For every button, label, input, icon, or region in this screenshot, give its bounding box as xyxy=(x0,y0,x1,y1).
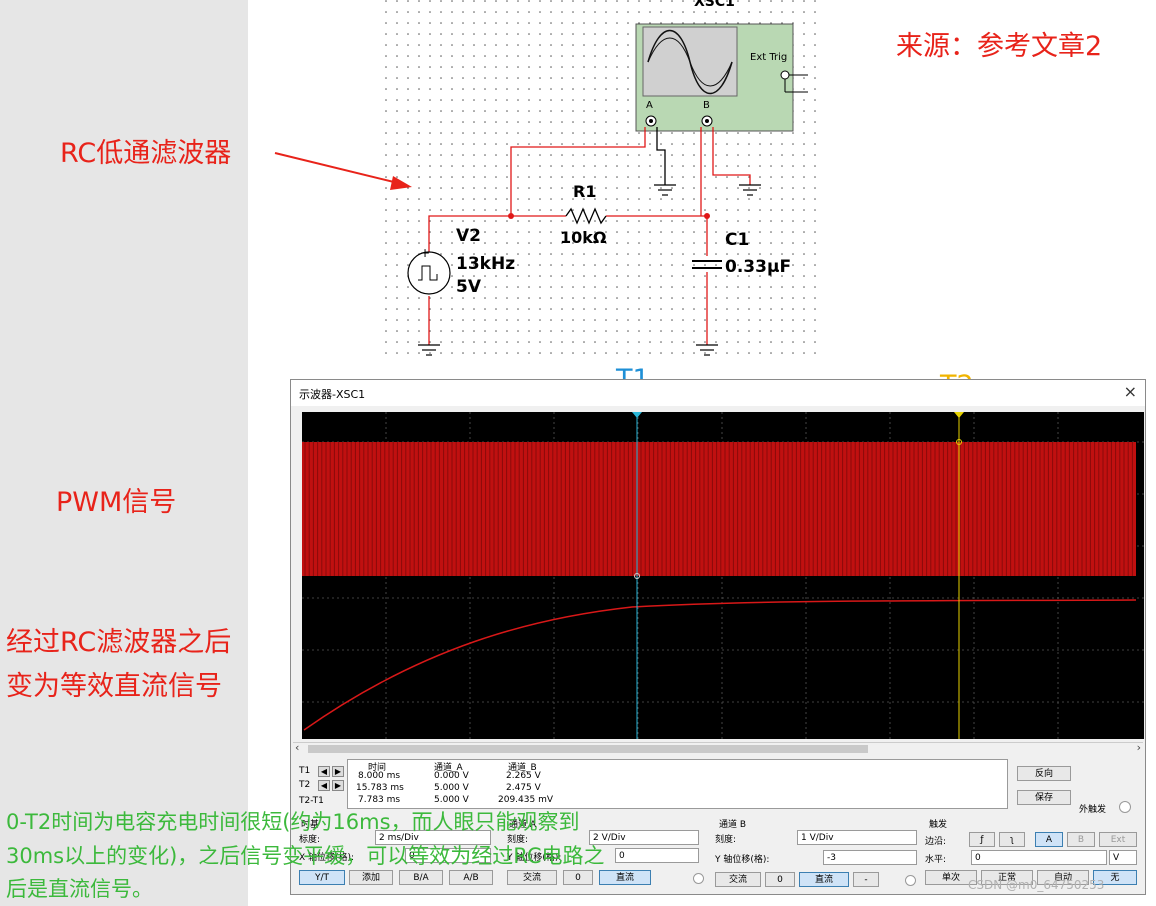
channel-b-scale-label: 刻度: xyxy=(715,835,737,845)
add-button[interactable]: 添加 xyxy=(349,870,393,885)
after-filter-note-1: 经过RC滤波器之后 xyxy=(6,627,232,658)
note-line-2: 30ms以上的变化)，之后信号变平缓，可以等效为经过RC电路之 xyxy=(6,844,605,868)
ext-trigger-radio[interactable] xyxy=(1119,801,1131,813)
resistor-value-label: 10kΩ xyxy=(560,228,607,247)
source-name-label: V2 xyxy=(456,226,481,246)
measurement-table: 时间 通道_A 通道_B 8.000 ms 0.000 V 2.265 V 15… xyxy=(347,759,1008,809)
channel-b-dc-button[interactable]: 直流 xyxy=(799,872,849,887)
cap-name-label: C1 xyxy=(725,230,750,250)
source-freq-label: 13kHz xyxy=(456,254,516,274)
t2-time: 15.783 ms xyxy=(356,783,404,793)
t1-a: 0.000 V xyxy=(434,771,469,781)
channel-a-dc-button[interactable]: 直流 xyxy=(599,870,651,885)
t1-time: 8.000 ms xyxy=(358,771,401,781)
channel-a-zero-button[interactable]: 0 xyxy=(563,870,593,885)
t2-row-label: T2 xyxy=(299,780,311,790)
channel-a-radio[interactable] xyxy=(693,873,704,884)
ext-trigger-label: 外触发 xyxy=(1079,805,1107,815)
horizontal-scrollbar[interactable]: ‹ › xyxy=(293,741,1143,755)
rising-edge-icon[interactable]: ƒ xyxy=(969,832,995,847)
ba-button[interactable]: B/A xyxy=(399,870,443,885)
t2-a: 5.000 V xyxy=(434,783,469,793)
t2-right-arrow-icon[interactable]: ▶ xyxy=(332,780,344,791)
scroll-thumb[interactable] xyxy=(308,745,868,753)
channel-b-group-label: 通道 B xyxy=(719,820,747,830)
t1-b: 2.265 V xyxy=(506,771,541,781)
trigger-source-a-button[interactable]: A xyxy=(1035,832,1063,847)
channel-a-ypos-input[interactable]: 0 xyxy=(615,848,699,863)
reverse-button[interactable]: 反向 xyxy=(1017,766,1071,781)
channel-b-minus-button[interactable]: - xyxy=(853,872,879,887)
channel-b-scale-input[interactable]: 1 V/Div xyxy=(797,830,917,845)
cap-value-label: 0.33µF xyxy=(725,257,792,277)
save-button[interactable]: 保存 xyxy=(1017,790,1071,805)
t1-left-arrow-icon[interactable]: ◀ xyxy=(318,766,330,777)
trigger-level-unit[interactable]: V xyxy=(1109,850,1137,865)
t2-b: 2.475 V xyxy=(506,783,541,793)
trigger-source-ext-button[interactable]: Ext xyxy=(1099,832,1137,847)
note-line-1: 0-T2时间为电容充电时间很短(约为16ms，而人眼只能观察到 xyxy=(6,810,580,834)
trigger-level-label: 水平: xyxy=(925,855,947,865)
channel-a-terminal-label: A xyxy=(646,100,653,111)
source-note: 来源：参考文章2 xyxy=(896,31,1103,62)
t2t1-time: 7.783 ms xyxy=(358,795,401,805)
scroll-right-icon[interactable]: › xyxy=(1137,741,1141,754)
scope-screen[interactable] xyxy=(302,412,1144,739)
note-line-3: 后是直流信号。 xyxy=(6,877,153,901)
rc-filter-note: RC低通滤波器 xyxy=(60,138,232,169)
trigger-group-label: 触发 xyxy=(929,820,948,830)
resistor-name-label: R1 xyxy=(573,182,597,201)
t2t1-row-label: T2-T1 xyxy=(299,796,324,806)
trigger-source-b-button[interactable]: B xyxy=(1067,832,1095,847)
t2t1-b: 209.435 mV xyxy=(498,795,554,805)
channel-b-zero-button[interactable]: 0 xyxy=(765,872,795,887)
rc-output-trace xyxy=(303,599,1137,731)
scope-instrument[interactable] xyxy=(635,23,808,132)
scope-titlebar[interactable]: 示波器-XSC1 × xyxy=(291,380,1145,406)
t2-left-arrow-icon[interactable]: ◀ xyxy=(318,780,330,791)
scope-name-label: XSC1 xyxy=(694,0,735,10)
ab-button[interactable]: A/B xyxy=(449,870,493,885)
source-volt-label: 5V xyxy=(456,277,481,297)
scroll-left-icon[interactable]: ‹ xyxy=(295,741,299,754)
channel-b-terminal-label: B xyxy=(703,100,710,111)
t2t1-a: 5.000 V xyxy=(434,795,469,805)
t1-row-label: T1 xyxy=(299,766,311,776)
channel-b-ac-button[interactable]: 交流 xyxy=(715,872,761,887)
t1-right-arrow-icon[interactable]: ▶ xyxy=(332,766,344,777)
svg-text:+: + xyxy=(420,246,430,260)
scope-traces xyxy=(302,412,1144,739)
channel-b-ypos-label: Y 轴位移(格): xyxy=(715,855,770,865)
channel-a-scale-input[interactable]: 2 V/Div xyxy=(589,830,699,845)
scope-title: 示波器-XSC1 xyxy=(299,388,366,401)
trigger-level-input[interactable]: 0 xyxy=(971,850,1107,865)
watermark: CSDN @m0_64750253 xyxy=(968,878,1105,892)
channel-b-radio[interactable] xyxy=(905,875,916,886)
channel-a-ac-button[interactable]: 交流 xyxy=(507,870,557,885)
ext-trig-label: Ext Trig xyxy=(750,52,788,63)
yt-button[interactable]: Y/T xyxy=(299,870,345,885)
falling-edge-icon[interactable]: ʅ xyxy=(999,832,1025,847)
close-icon[interactable]: × xyxy=(1124,382,1137,401)
pwm-note: PWM信号 xyxy=(56,487,177,518)
channel-b-ypos-input[interactable]: -3 xyxy=(823,850,917,865)
after-filter-note-2: 变为等效直流信号 xyxy=(6,671,222,702)
trigger-edge-label: 边沿: xyxy=(925,837,947,847)
